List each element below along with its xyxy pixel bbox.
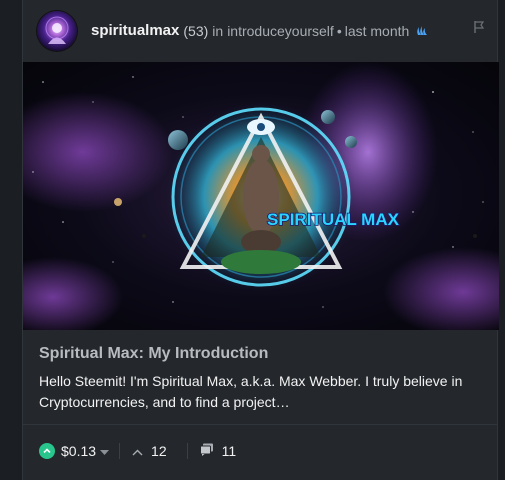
avatar[interactable]	[37, 11, 77, 51]
footer-separator-2	[186, 443, 188, 459]
upvote-button[interactable]	[39, 443, 55, 459]
footer-divider	[23, 424, 497, 425]
payout-amount[interactable]: $0.13	[61, 443, 96, 459]
votes-count[interactable]: 12	[151, 443, 167, 459]
post-header: spiritualmax (53) in introduceyourself •…	[23, 0, 497, 62]
caret-down-icon[interactable]	[100, 443, 110, 459]
author-reputation: (53)	[183, 22, 209, 39]
image-caption: SPIRITUAL MAX	[267, 210, 400, 229]
chevron-up-icon	[43, 448, 51, 454]
comments-count[interactable]: 11	[222, 443, 237, 459]
footer-separator	[119, 443, 121, 459]
comment-icon[interactable]	[199, 443, 214, 459]
post-image[interactable]: SPIRITUAL MAX	[23, 62, 499, 330]
flag-icon[interactable]	[473, 20, 485, 34]
post-card[interactable]: spiritualmax (53) in introduceyourself •…	[22, 0, 499, 480]
steem-logo-icon	[415, 24, 429, 38]
post-time[interactable]: last month	[345, 23, 410, 39]
author-link[interactable]: spiritualmax	[91, 22, 179, 39]
community-link[interactable]: introduceyourself	[227, 23, 334, 39]
meta-separator: •	[336, 22, 342, 39]
post-excerpt[interactable]: Hello Steemit! I'm Spiritual Max, a.k.a.…	[39, 371, 487, 413]
post-footer: $0.13 12 11	[39, 439, 236, 463]
in-label: in	[212, 22, 224, 39]
votes-chevron-icon[interactable]	[132, 443, 143, 459]
post-title[interactable]: Spiritual Max: My Introduction	[39, 345, 268, 363]
post-meta: spiritualmax (53) in introduceyourself •…	[91, 22, 429, 39]
